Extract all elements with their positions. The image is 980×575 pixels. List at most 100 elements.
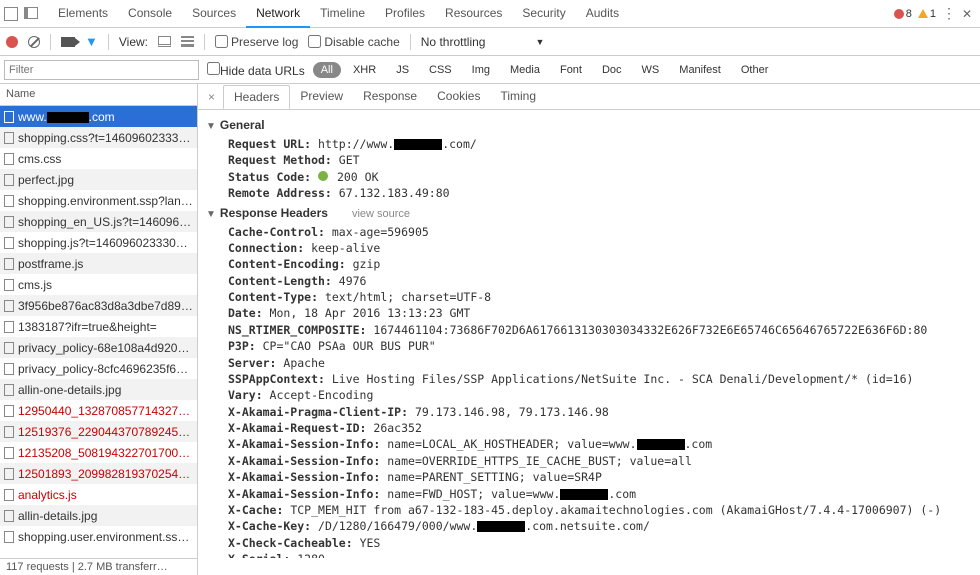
request-list[interactable]: www..comshopping.css?t=14609602333…cms.c… [0,106,197,558]
disable-cache-checkbox[interactable]: Disable cache [308,35,399,49]
view-source-link[interactable]: view source [352,208,410,220]
header-row: Remote Address: 67.132.183.49:80 [198,185,980,201]
file-icon [4,447,14,459]
request-row[interactable]: perfect.jpg [0,169,197,190]
main-tab-resources[interactable]: Resources [435,0,512,28]
throttling-select[interactable]: No throttling▼ [421,35,545,49]
clear-button[interactable] [28,36,40,48]
header-value: max-age=596905 [332,225,429,239]
request-row[interactable]: 12519376_229044370789245… [0,421,197,442]
dock-icon[interactable] [24,7,38,19]
filter-type-xhr[interactable]: XHR [345,62,384,78]
request-row[interactable]: shopping.js?t=146096023330… [0,232,197,253]
request-row[interactable]: allin-one-details.jpg [0,379,197,400]
request-row[interactable]: privacy_policy-68e108a4d920… [0,337,197,358]
close-devtools-icon[interactable] [962,7,972,21]
request-row[interactable]: 12950440_132870857714327… [0,400,197,421]
filter-type-font[interactable]: Font [552,62,590,78]
header-key: Server: [228,356,283,370]
request-row[interactable]: 12501893_209982819370254… [0,463,197,484]
header-key: Status Code: [228,170,318,184]
request-row[interactable]: postframe.js [0,253,197,274]
filter-type-img[interactable]: Img [464,62,498,78]
filter-type-css[interactable]: CSS [421,62,460,78]
name-column-header[interactable]: Name [0,84,197,106]
request-name: shopping.js?t=146096023330… [18,236,188,250]
request-row[interactable]: shopping.environment.ssp?lan… [0,190,197,211]
request-row[interactable]: cms.js [0,274,197,295]
main-tab-audits[interactable]: Audits [576,0,629,28]
main-tab-sources[interactable]: Sources [182,0,246,28]
main-tab-network[interactable]: Network [246,0,310,28]
request-row[interactable]: 12135208_508194322701700… [0,442,197,463]
request-name: shopping.user.environment.ss… [18,530,189,544]
more-icon[interactable] [942,5,956,22]
hide-data-urls-checkbox[interactable]: Hide data URLs [207,62,305,78]
header-value: Live Hosting Files/SSP Applications/NetS… [332,372,914,386]
detail-tab-timing[interactable]: Timing [490,85,546,108]
large-rows-icon[interactable] [158,36,171,47]
request-row[interactable]: shopping_en_US.js?t=14609602… [0,211,197,232]
header-value: name=PARENT_SETTING; value=SR4P [387,470,602,484]
detail-tab-cookies[interactable]: Cookies [427,85,490,108]
request-row[interactable]: analytics.js [0,484,197,505]
filter-toggle-icon[interactable]: ▼ [85,34,98,49]
header-row: X-Akamai-Pragma-Client-IP: 79.173.146.98… [198,404,980,420]
main-tab-profiles[interactable]: Profiles [375,0,435,28]
header-value: GET [339,153,360,167]
filter-bar: Hide data URLs AllXHRJSCSSImgMediaFontDo… [0,56,980,84]
header-value: CP="CAO PSAa OUR BUS PUR" [263,339,436,353]
detail-tab-preview[interactable]: Preview [290,85,353,108]
request-row[interactable]: shopping.user.environment.ss… [0,526,197,547]
top-right-status: 8 1 [894,5,972,22]
main-tab-security[interactable]: Security [512,0,575,28]
request-row[interactable]: cms.css [0,148,197,169]
filter-type-ws[interactable]: WS [634,62,668,78]
section-response-headers[interactable]: Response Headersview source [198,202,980,224]
request-row[interactable]: allin-details.jpg [0,505,197,526]
detail-tab-headers[interactable]: Headers [223,85,290,109]
header-row: NS_RTIMER_COMPOSITE: 1674461104:73686F70… [198,322,980,338]
request-row[interactable]: 1383187?ifr=true&height= [0,316,197,337]
header-row: Content-Length: 4976 [198,273,980,289]
header-key: P3P: [228,339,263,353]
filter-type-doc[interactable]: Doc [594,62,630,78]
error-count[interactable]: 8 [894,8,912,20]
main-tab-console[interactable]: Console [118,0,182,28]
request-name: privacy_policy-68e108a4d920… [18,341,189,355]
header-value: text/html; charset=UTF-8 [325,290,491,304]
request-row[interactable]: 3f956be876ac83d8a3dbe7d89… [0,295,197,316]
main-tab-elements[interactable]: Elements [48,0,118,28]
filter-type-other[interactable]: Other [733,62,777,78]
header-value: Accept-Encoding [270,388,374,402]
header-row: Request Method: GET [198,152,980,168]
request-row[interactable]: privacy_policy-8cfc4696235f6… [0,358,197,379]
header-row: X-Akamai-Session-Info: name=FWD_HOST; va… [198,486,980,502]
file-icon [4,279,14,291]
filter-type-manifest[interactable]: Manifest [671,62,729,78]
inspect-icon[interactable] [4,7,18,21]
header-value: 200 OK [318,170,378,184]
preserve-log-checkbox[interactable]: Preserve log [215,35,298,49]
waterfall-icon[interactable] [181,36,194,47]
file-icon [4,153,14,165]
filter-type-js[interactable]: JS [388,62,417,78]
warning-count[interactable]: 1 [918,8,936,20]
request-row[interactable]: www..com [0,106,197,127]
main-tab-timeline[interactable]: Timeline [310,0,375,28]
request-row[interactable]: shopping.css?t=14609602333… [0,127,197,148]
filter-input[interactable] [4,60,199,80]
section-general[interactable]: General [198,114,980,136]
close-detail-icon[interactable]: × [202,90,221,104]
header-row: X-Akamai-Session-Info: name=LOCAL_AK_HOS… [198,436,980,452]
request-list-pane: Name www..comshopping.css?t=14609602333…… [0,84,198,558]
record-button[interactable] [6,36,18,48]
header-key: X-Akamai-Pragma-Client-IP: [228,405,415,419]
header-row: Cache-Control: max-age=596905 [198,224,980,240]
detail-tab-response[interactable]: Response [353,85,427,108]
header-key: X-Cache-Key: [228,519,318,533]
screenshot-icon[interactable] [61,37,75,47]
filter-type-all[interactable]: All [313,62,341,78]
filter-type-media[interactable]: Media [502,62,548,78]
header-value: keep-alive [311,241,380,255]
